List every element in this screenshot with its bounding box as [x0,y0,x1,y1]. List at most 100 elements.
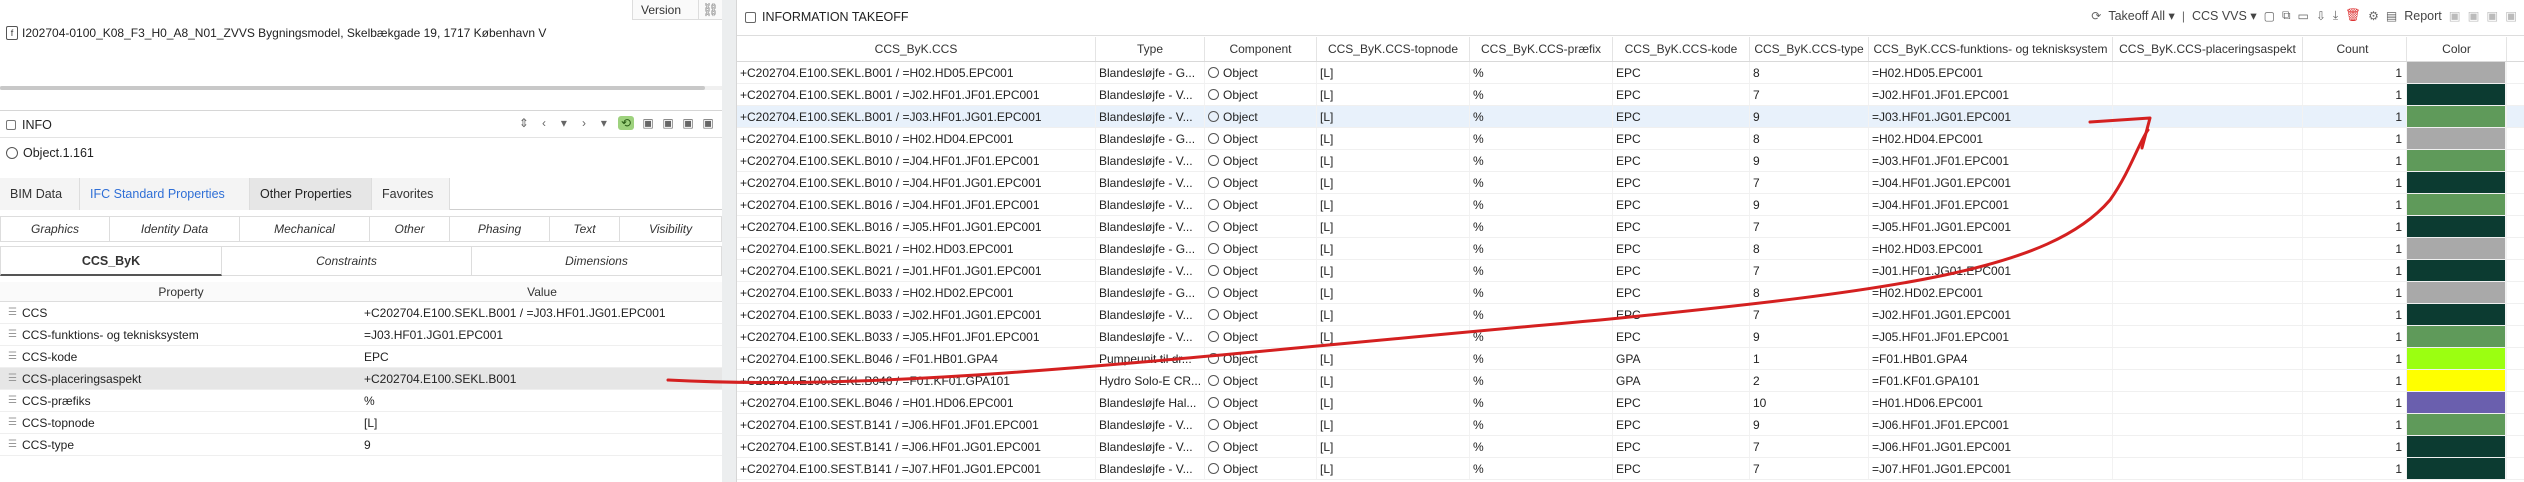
cell-funktions[interactable]: =J02.HF01.JG01.EPC001 [1869,304,2113,325]
cell-funktions[interactable]: =J04.HF01.JG01.EPC001 [1869,172,2113,193]
cell-placeringsaspekt[interactable] [2113,326,2303,347]
cell-ccs[interactable]: +C202704.E100.SEST.B141 / =J06.HF01.JG01… [737,436,1096,457]
column-header-topnode[interactable]: CCS_ByK.CCS-topnode [1317,37,1470,61]
cell-color[interactable] [2407,62,2507,83]
property-row[interactable]: ☰ CCS-funktions- og teknisksystem =J03.HF0… [0,324,722,346]
cell-kode[interactable]: EPC [1613,392,1750,413]
cell-component[interactable]: Object [1205,150,1317,171]
cell-component[interactable]: Object [1205,128,1317,149]
cell-ccs-type[interactable]: 2 [1750,370,1869,391]
takeoff-all-dropdown[interactable]: Takeoff All ▾ [2108,8,2175,23]
cell-topnode[interactable]: [L] [1317,348,1470,369]
drag-handle-icon[interactable]: ☰ [0,439,22,450]
cell-ccs-type[interactable]: 7 [1750,172,1869,193]
cell-count[interactable]: 1 [2303,304,2407,325]
cell-ccs-type[interactable]: 7 [1750,458,1869,479]
lock4-icon[interactable]: ▣ [702,116,714,130]
cell-color[interactable] [2407,326,2507,347]
cell-topnode[interactable]: [L] [1317,62,1470,83]
property-row[interactable]: ☰ CCS +C202704.E100.SEKL.B001 / =J03.HF01.… [0,302,722,324]
cell-funktions[interactable]: =F01.HB01.GPA4 [1869,348,2113,369]
cell-count[interactable]: 1 [2303,238,2407,259]
tab-graphics[interactable]: Graphics [0,216,110,242]
cell-ccs[interactable]: +C202704.E100.SEKL.B010 / =J04.HF01.JF01… [737,150,1096,171]
cell-kode[interactable]: EPC [1613,326,1750,347]
cell-type[interactable]: Blandesløjfe - V... [1096,216,1205,237]
cell-component[interactable]: Object [1205,392,1317,413]
table-row[interactable]: +C202704.E100.SEKL.B001 / =J02.HF01.JF01… [737,84,2524,106]
cell-ccs-type[interactable]: 9 [1750,194,1869,215]
tab-dimensions[interactable]: Dimensions [472,246,722,276]
cell-funktions[interactable]: =H02.HD04.EPC001 [1869,128,2113,149]
cell-prefix[interactable]: % [1470,436,1613,457]
table-row[interactable]: +C202704.E100.SEKL.B046 / =F01.HB01.GPA4… [737,348,2524,370]
cell-component[interactable]: Object [1205,106,1317,127]
property-value[interactable]: +C202704.E100.SEKL.B001 / =J03.HF01.JG01… [362,306,722,320]
cell-ccs[interactable]: +C202704.E100.SEKL.B021 / =H02.HD03.EPC0… [737,238,1096,259]
cell-ccs-type[interactable]: 1 [1750,348,1869,369]
cell-placeringsaspekt[interactable] [2113,150,2303,171]
tab-bim-data[interactable]: BIM Data [0,178,80,210]
dropdown-icon[interactable]: ▾ [558,116,570,130]
column-header-color[interactable]: Color [2407,37,2507,61]
cell-kode[interactable]: EPC [1613,128,1750,149]
drag-handle-icon[interactable]: ☰ [0,307,22,318]
cell-kode[interactable]: EPC [1613,106,1750,127]
cell-type[interactable]: Blandesløjfe - V... [1096,84,1205,105]
cell-type[interactable]: Blandesløjfe - V... [1096,414,1205,435]
cell-count[interactable]: 1 [2303,282,2407,303]
cell-placeringsaspekt[interactable] [2113,282,2303,303]
lock3-icon[interactable]: ▣ [682,116,694,130]
cell-ccs[interactable]: +C202704.E100.SEKL.B001 / =J03.HF01.JG01… [737,106,1096,127]
cell-type[interactable]: Blandesløjfe - V... [1096,194,1205,215]
version-column-header[interactable]: Version [632,0,698,20]
link-icon[interactable]: ⛓ [698,0,722,20]
column-header-prefix[interactable]: CCS_ByK.CCS-præfix [1470,37,1613,61]
drag-handle-icon[interactable]: ☰ [0,417,22,428]
tab-phasing[interactable]: Phasing [450,216,550,242]
cell-funktions[interactable]: =F01.KF01.GPA101 [1869,370,2113,391]
column-header-ccs[interactable]: CCS_ByK.CCS [737,37,1096,61]
cell-component[interactable]: Object [1205,194,1317,215]
cell-topnode[interactable]: [L] [1317,194,1470,215]
cell-topnode[interactable]: [L] [1317,238,1470,259]
cell-kode[interactable]: GPA [1613,370,1750,391]
cell-color[interactable] [2407,458,2507,479]
download-icon[interactable]: ⤓ [2333,8,2338,23]
table-row[interactable]: +C202704.E100.SEKL.B001 / =J03.HF01.JG01… [737,106,2524,128]
cell-count[interactable]: 1 [2303,414,2407,435]
prev-icon[interactable]: ‹ [538,116,550,130]
export-icon[interactable]: ⇩ [2316,9,2326,23]
column-header-ccs-type[interactable]: CCS_ByK.CCS-type [1750,37,1869,61]
cell-funktions[interactable]: =J05.HF01.JF01.EPC001 [1869,326,2113,347]
cell-color[interactable] [2407,216,2507,237]
more-icon[interactable]: ▾ [598,116,610,130]
cell-topnode[interactable]: [L] [1317,436,1470,457]
cell-color[interactable] [2407,194,2507,215]
cell-type[interactable]: Blandesløjfe - V... [1096,260,1205,281]
lock4-icon[interactable]: ▣ [2505,8,2517,23]
cell-topnode[interactable]: [L] [1317,458,1470,479]
cell-ccs-type[interactable]: 8 [1750,62,1869,83]
tab-ifc-standard-properties[interactable]: IFC Standard Properties [80,178,250,210]
cell-color[interactable] [2407,414,2507,435]
cell-component[interactable]: Object [1205,348,1317,369]
cell-prefix[interactable]: % [1470,260,1613,281]
panel-splitter[interactable] [722,0,736,482]
cell-prefix[interactable]: % [1470,194,1613,215]
tab-constraints[interactable]: Constraints [222,246,472,276]
cell-color[interactable] [2407,304,2507,325]
column-header-kode[interactable]: CCS_ByK.CCS-kode [1613,37,1750,61]
sort-icon[interactable]: ⇕ [518,116,530,130]
cell-ccs-type[interactable]: 10 [1750,392,1869,413]
cell-component[interactable]: Object [1205,458,1317,479]
cell-prefix[interactable]: % [1470,414,1613,435]
settings-icon[interactable]: ⚙ [2368,9,2379,23]
cell-ccs-type[interactable]: 8 [1750,282,1869,303]
cell-funktions[interactable]: =J03.HF01.JG01.EPC001 [1869,106,2113,127]
cell-component[interactable]: Object [1205,260,1317,281]
sync-selection-icon[interactable]: ⟲ [617,116,634,130]
cell-funktions[interactable]: =J01.HF01.JG01.EPC001 [1869,260,2113,281]
property-column-header[interactable]: Property [0,282,362,301]
tab-text[interactable]: Text [550,216,620,242]
